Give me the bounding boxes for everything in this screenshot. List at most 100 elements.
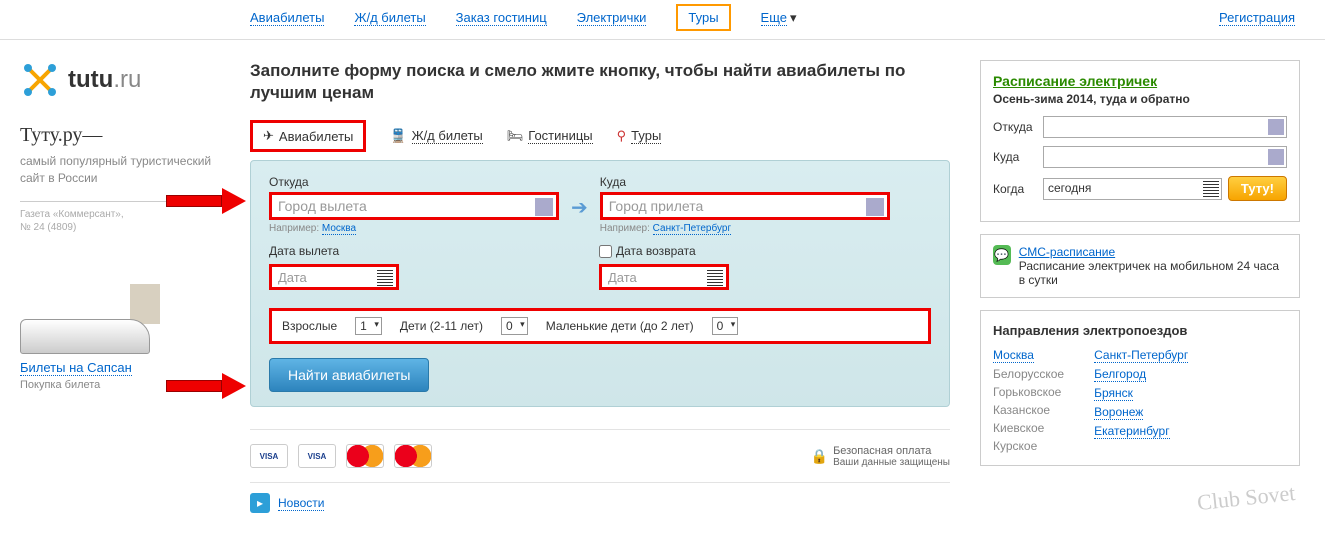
visa-electron-icon: VISA (298, 444, 336, 468)
annotation-arrow (166, 373, 246, 399)
calendar-icon[interactable] (1203, 181, 1219, 197)
right-column: Расписание электричек Осень-зима 2014, т… (980, 60, 1300, 513)
secure-payment: 🔒 Безопасная оплата Ваши данные защищены (811, 445, 950, 468)
dir-link[interactable]: Санкт-Петербург (1094, 348, 1188, 363)
search-panel: Откуда Город вылета Например: Москва ➔ К… (250, 160, 950, 407)
dir-link[interactable]: Белорусское (993, 367, 1064, 381)
return-date-input[interactable]: Дата (599, 264, 729, 290)
news-icon: ▸ (250, 493, 270, 513)
tagline-sub: самый популярный туристический сайт в Ро… (20, 153, 220, 187)
annotation-arrow (166, 188, 246, 214)
side-to-label: Куда (993, 150, 1037, 164)
schedule-title[interactable]: Расписание электричек (993, 73, 1157, 89)
maestro-icon (394, 444, 432, 468)
sapsan-illustration (20, 274, 180, 354)
sms-text: Расписание электричек на мобильном 24 ча… (1019, 259, 1287, 287)
from-label: Откуда (269, 175, 559, 189)
children-select[interactable]: 0 (501, 317, 528, 335)
tab-avia[interactable]: ✈ Авиабилеты (250, 120, 366, 152)
sms-link[interactable]: СМС-расписание (1019, 245, 1115, 259)
chevron-down-icon: ▾ (790, 10, 797, 26)
to-hint: Например: Санкт-Петербург (600, 223, 890, 234)
top-nav: Авиабилеты Ж/д билеты Заказ гостиниц Эле… (0, 0, 1325, 40)
logo-icon (20, 60, 60, 100)
dir-link[interactable]: Воронеж (1094, 405, 1143, 420)
plane-icon[interactable] (1268, 119, 1284, 135)
pin-icon: ⚲ (617, 128, 627, 144)
news-link[interactable]: Новости (278, 496, 324, 511)
bed-icon: 🛏 (507, 128, 524, 144)
logo-text: tutu.ru (68, 66, 141, 94)
dir-link[interactable]: Киевское (993, 421, 1044, 435)
tab-train[interactable]: 🚆 Ж/д билеты (390, 128, 482, 144)
plane-icon[interactable] (1268, 149, 1284, 165)
tab-tours[interactable]: ⚲ Туры (617, 128, 662, 144)
left-column: tutu.ru Туту.ру— самый популярный турист… (20, 60, 220, 513)
infants-select[interactable]: 0 (712, 317, 739, 335)
tab-hotel-label: Гостиницы (528, 128, 592, 144)
nav-tours[interactable]: Туры (676, 4, 730, 31)
nav-train[interactable]: Ж/д билеты (354, 10, 425, 26)
tutu-button[interactable]: Туту! (1228, 176, 1287, 201)
search-tabs: ✈ Авиабилеты 🚆 Ж/д билеты 🛏 Гостиницы ⚲ … (250, 120, 950, 152)
adults-select[interactable]: 1 (355, 317, 382, 335)
dir-link[interactable]: Горьковское (993, 385, 1061, 399)
tab-train-label: Ж/д билеты (412, 128, 483, 144)
visa-icon: VISA (250, 444, 288, 468)
side-when-label: Когда (993, 182, 1037, 196)
sapsan-link[interactable]: Билеты на Сапсан (20, 360, 132, 376)
to-placeholder: Город прилета (609, 198, 703, 214)
plane-icon[interactable] (866, 198, 884, 216)
adults-label: Взрослые (282, 319, 337, 333)
tab-hotel[interactable]: 🛏 Гостиницы (507, 128, 593, 144)
to-example-link[interactable]: Санкт-Петербург (653, 223, 731, 235)
from-hint: Например: Москва (269, 223, 559, 234)
nav-elektr[interactable]: Электрички (577, 10, 647, 26)
directions-head: Направления электропоездов (993, 323, 1287, 338)
nav-more[interactable]: Еще ▾ (761, 10, 797, 26)
search-button[interactable]: Найти авиабилеты (269, 358, 429, 392)
return-checkbox[interactable] (599, 245, 612, 258)
news-row: ▸ Новости (250, 482, 950, 513)
tagline-head: Туту.ру— (20, 124, 220, 147)
from-input[interactable]: Город вылета (269, 192, 559, 220)
nav-more-label: Еще (761, 10, 787, 26)
dir-link[interactable]: Курское (993, 439, 1037, 453)
dir-link[interactable]: Белгород (1094, 367, 1146, 382)
infants-label: Маленькие дети (до 2 лет) (546, 319, 694, 333)
depart-placeholder: Дата (278, 270, 307, 285)
nav-hotel[interactable]: Заказ гостиниц (456, 10, 547, 26)
plane-icon[interactable] (535, 198, 553, 216)
side-from-label: Откуда (993, 120, 1037, 134)
side-when-input[interactable]: сегодня (1043, 178, 1222, 200)
side-from-input[interactable] (1043, 116, 1287, 138)
dir-link[interactable]: Брянск (1094, 386, 1133, 401)
arrow-right-icon: ➔ (571, 175, 588, 220)
calendar-icon[interactable] (377, 270, 393, 286)
to-label: Куда (600, 175, 890, 189)
from-placeholder: Город вылета (278, 198, 367, 214)
dir-link[interactable]: Екатеринбург (1094, 424, 1170, 439)
to-input[interactable]: Город прилета (600, 192, 890, 220)
passengers-row: Взрослые 1 Дети (2-11 лет) 0 Маленькие д… (269, 308, 931, 344)
page-heading: Заполните форму поиска и смело жмите кно… (250, 60, 950, 104)
dir-link[interactable]: Казанское (993, 403, 1050, 417)
schedule-box: Расписание электричек Осень-зима 2014, т… (980, 60, 1300, 222)
mastercard-icon (346, 444, 384, 468)
tab-tours-label: Туры (631, 128, 661, 144)
from-example-link[interactable]: Москва (322, 223, 356, 235)
side-when-value: сегодня (1048, 181, 1091, 195)
side-to-input[interactable] (1043, 146, 1287, 168)
payments-row: VISA VISA 🔒 Безопасная оплата Ваши данны… (250, 429, 950, 468)
schedule-sub: Осень-зима 2014, туда и обратно (993, 92, 1287, 106)
train-icon: 🚆 (390, 128, 406, 144)
calendar-icon[interactable] (707, 270, 723, 286)
nav-register[interactable]: Регистрация (1219, 10, 1295, 26)
logo[interactable]: tutu.ru (20, 60, 220, 100)
directions-col-1: Москва Белорусское Горьковское Казанское… (993, 348, 1064, 453)
return-label: Дата возврата (599, 244, 729, 258)
dir-link[interactable]: Москва (993, 348, 1034, 363)
sms-box: 💬 СМС-расписание Расписание электричек н… (980, 234, 1300, 298)
depart-date-input[interactable]: Дата (269, 264, 399, 290)
nav-avia[interactable]: Авиабилеты (250, 10, 324, 26)
